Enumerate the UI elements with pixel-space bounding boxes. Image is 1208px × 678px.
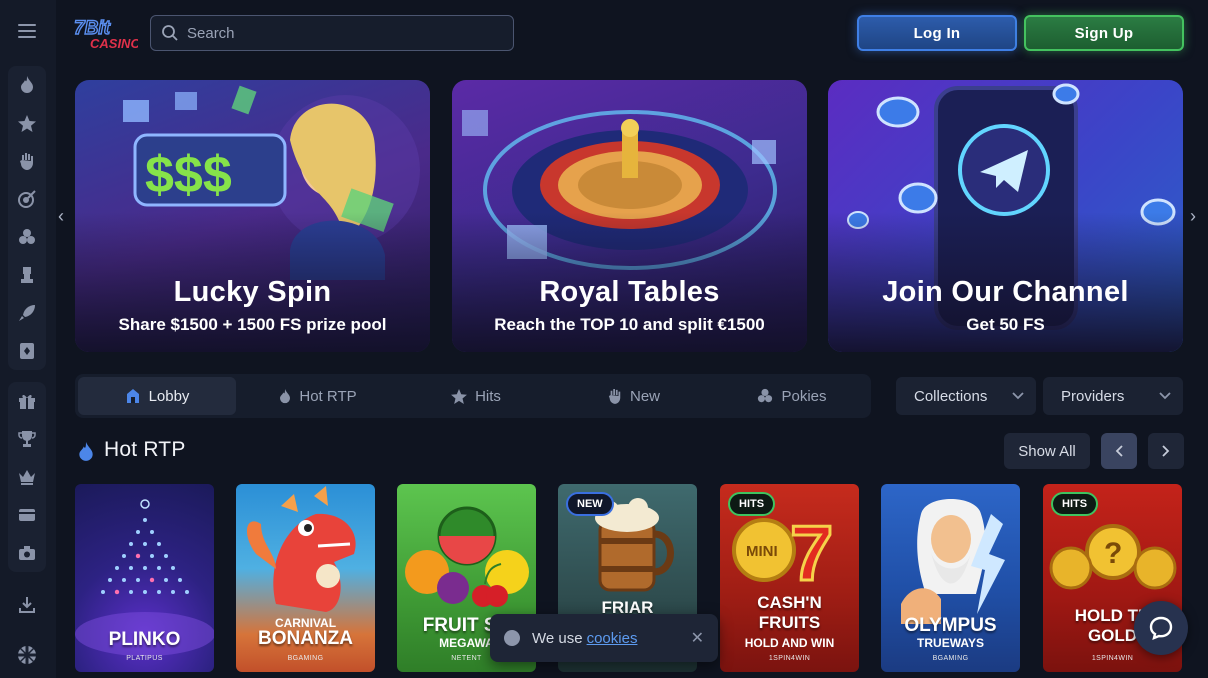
logo[interactable]: 7Bit CASINO [72, 14, 140, 54]
tab-label: Pokies [781, 387, 827, 405]
game-provider: BGAMING [287, 655, 324, 662]
game-subtitle: HOLD AND WIN [744, 636, 835, 650]
chevron-down-icon [1012, 389, 1024, 403]
card-suit-icon[interactable] [8, 332, 46, 370]
cookies-link[interactable]: cookies [587, 630, 638, 647]
svg-text:7: 7 [790, 509, 833, 597]
game-provider: 1SPIN4WIN [1091, 655, 1134, 662]
login-button[interactable]: Log In [857, 15, 1017, 51]
star-icon[interactable] [8, 104, 46, 142]
tab-hot-rtp[interactable]: Hot RTP [239, 374, 397, 418]
banner-title: Lucky Spin [173, 276, 332, 308]
hits-badge: HITS [1051, 492, 1099, 516]
games-prev-button[interactable] [1101, 433, 1137, 469]
collections-dropdown[interactable]: Collections [896, 377, 1036, 415]
chevron-right-icon [1162, 445, 1170, 457]
game-provider: PLATIPUS [126, 655, 163, 662]
tab-label: Lobby [148, 387, 190, 405]
carousel-prev-icon[interactable]: ‹ [58, 206, 64, 227]
search-icon [162, 25, 178, 41]
sidebar-feature-group [8, 382, 46, 572]
fire-icon[interactable] [8, 66, 46, 104]
svg-text:CASINO: CASINO [90, 36, 138, 51]
card-icon[interactable] [8, 496, 46, 534]
promo-banner-join-channel[interactable]: Join Our Channel Get 50 FS [828, 80, 1183, 352]
banner-title: Join Our Channel [882, 276, 1129, 308]
sidebar-category-group [8, 66, 46, 370]
cherry-icon [758, 388, 773, 403]
signup-button[interactable]: Sign Up [1024, 15, 1184, 51]
crown-icon[interactable] [8, 458, 46, 496]
target-icon[interactable] [8, 180, 46, 218]
game-title: BONANZA [258, 628, 353, 649]
hamburger-menu-icon[interactable] [18, 24, 36, 40]
banner-subtitle: Share $1500 + 1500 FS prize pool [118, 315, 387, 334]
trophy-icon[interactable] [8, 420, 46, 458]
star-icon [451, 388, 468, 404]
chess-pawn-icon[interactable] [8, 256, 46, 294]
uk-flag-icon[interactable] [8, 638, 46, 672]
tab-label: Hot RTP [299, 387, 357, 405]
cookie-text: We use [532, 629, 583, 647]
new-badge: NEW [566, 492, 614, 516]
cookie-icon [504, 630, 520, 646]
rocket-icon[interactable] [8, 294, 46, 332]
dropdown-label: Providers [1061, 387, 1125, 405]
sidebar [0, 0, 56, 678]
hand-icon[interactable] [8, 142, 46, 180]
tab-label: Hits [475, 387, 501, 405]
tab-pokies[interactable]: Pokies [713, 374, 871, 418]
banner-title: Royal Tables [539, 276, 720, 308]
promo-banner-royal-tables[interactable]: Royal Tables Reach the TOP 10 and split … [452, 80, 807, 352]
game-provider: 1SPIN4WIN [768, 655, 811, 662]
search-input[interactable] [187, 24, 487, 42]
promo-banner-lucky-spin[interactable]: $$$ Lucky Spin Share $1500 + 1500 FS pri… [75, 80, 430, 352]
game-card-olympus[interactable]: OLYMPUS TRUEWAYS BGAMING [881, 484, 1020, 672]
close-icon[interactable]: ✕ [691, 628, 704, 648]
tab-new[interactable]: New [555, 374, 713, 418]
dropdown-label: Collections [914, 387, 988, 405]
show-all-button[interactable]: Show All [1004, 433, 1090, 469]
chat-button[interactable] [1134, 601, 1188, 655]
game-card-cashn-fruits[interactable]: MINI 7 HITS CASH'N FRUITS HOLD AND WIN 1… [720, 484, 859, 672]
game-title: PLINKO [108, 629, 181, 650]
games-next-button[interactable] [1148, 433, 1184, 469]
tab-label: New [629, 387, 660, 405]
hand-icon [608, 389, 621, 404]
providers-dropdown[interactable]: Providers [1043, 377, 1183, 415]
banner-subtitle: Get 50 FS [966, 315, 1045, 334]
game-subtitle: TRUEWAYS [917, 636, 984, 650]
game-title: OLYMPUS [904, 615, 997, 636]
lobby-icon [126, 389, 139, 403]
banner-subtitle: Reach the TOP 10 and split €1500 [494, 315, 765, 334]
search-bar[interactable] [150, 15, 514, 51]
svg-text:MINI: MINI [746, 543, 778, 560]
game-title: CASH'N FRUITS [757, 593, 822, 632]
carousel-next-icon[interactable]: › [1190, 206, 1196, 227]
cards-icon[interactable] [8, 218, 46, 256]
svg-text:?: ? [1104, 537, 1122, 570]
game-card-plinko[interactable]: PLINKO PLATIPUS [75, 484, 214, 672]
chevron-down-icon [1159, 389, 1171, 403]
cookie-notice: We use cookies ✕ [490, 614, 718, 662]
game-card-carnival-bonanza[interactable]: CARNIVAL BONANZA BGAMING [236, 484, 375, 672]
gift-icon[interactable] [8, 382, 46, 420]
game-provider: BGAMING [932, 655, 969, 662]
svg-text:$$$: $$$ [145, 146, 232, 204]
tab-lobby[interactable]: Lobby [78, 377, 236, 415]
download-icon[interactable] [8, 588, 46, 622]
camera-icon[interactable] [8, 534, 46, 572]
chevron-left-icon [1115, 445, 1123, 457]
category-tabs: Lobby Hot RTP Hits New Pokies [75, 374, 871, 418]
chat-bubble-icon [1149, 616, 1173, 640]
fire-icon [79, 442, 93, 461]
fire-icon [280, 388, 291, 403]
section-title: Hot RTP [104, 438, 186, 461]
tab-hits[interactable]: Hits [397, 374, 555, 418]
hits-badge: HITS [728, 492, 776, 516]
